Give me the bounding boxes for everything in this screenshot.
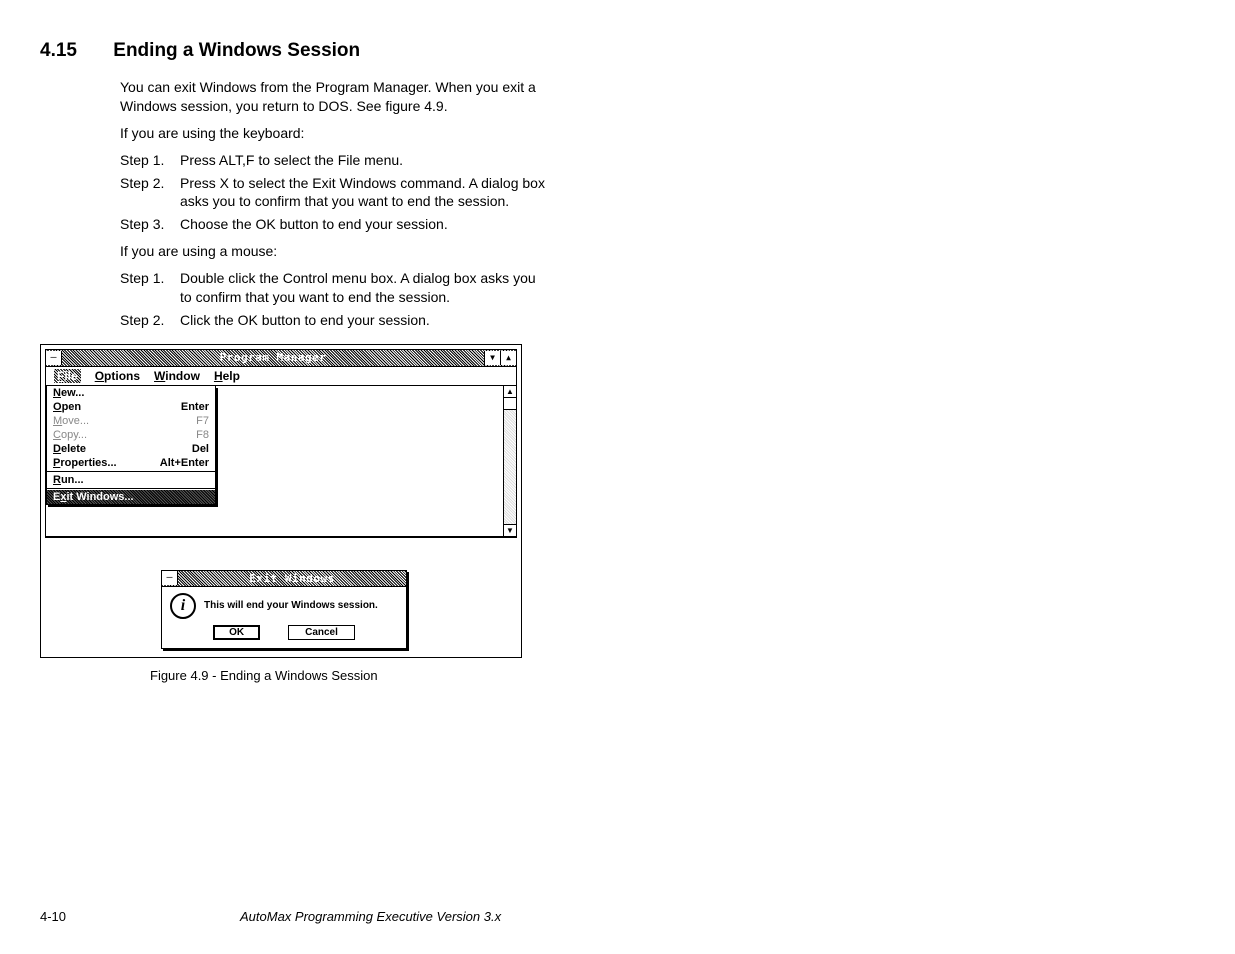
keyboard-step: Step 2. Press X to select the Exit Windo… (120, 174, 550, 212)
vertical-scrollbar[interactable]: ▲ ▼ (503, 386, 516, 536)
ok-button[interactable]: OK (213, 625, 260, 640)
footer-title: AutoMax Programming Executive Version 3.… (240, 909, 501, 924)
section-title: Ending a Windows Session (113, 40, 360, 61)
control-menu-box[interactable]: — (46, 351, 62, 365)
mouse-step: Step 1. Double click the Control menu bo… (120, 269, 550, 307)
pm-titlebar: — Program Manager ▼ ▲ (46, 350, 516, 367)
figure-caption: Figure 4.9 - Ending a Windows Session (150, 668, 1195, 683)
info-icon: i (170, 593, 196, 619)
menu-item-new[interactable]: New... (47, 386, 215, 400)
maximize-button[interactable]: ▲ (500, 351, 516, 365)
exit-windows-dialog: — Exit Windows i This will end your Wind… (161, 570, 407, 649)
menubar: File Options Window Help (46, 367, 516, 386)
dialog-control-menu-box[interactable]: — (162, 571, 178, 585)
intro-paragraph: You can exit Windows from the Program Ma… (120, 78, 550, 116)
keyboard-step: Step 3. Choose the OK button to end your… (120, 215, 550, 234)
menu-item-move: Move...F7 (47, 414, 215, 428)
page-footer: 4-10 AutoMax Programming Executive Versi… (40, 909, 1195, 924)
scroll-thumb[interactable] (504, 398, 516, 410)
scroll-down-icon[interactable]: ▼ (504, 524, 516, 536)
figure: — Program Manager ▼ ▲ File Options Windo… (40, 344, 522, 658)
mouse-step: Step 2. Click the OK button to end your … (120, 311, 550, 330)
menu-item-delete[interactable]: DeleteDel (47, 442, 215, 456)
dialog-message: This will end your Windows session. (204, 600, 378, 611)
section-heading: 4.15 Ending a Windows Session (40, 40, 1195, 62)
scroll-up-icon[interactable]: ▲ (504, 386, 516, 398)
program-manager-window: — Program Manager ▼ ▲ File Options Windo… (45, 349, 517, 538)
menu-item-open[interactable]: OpenEnter (47, 400, 215, 414)
keyboard-step: Step 1. Press ALT,F to select the File m… (120, 151, 550, 170)
menu-item-run[interactable]: Run... (47, 473, 215, 487)
dialog-title: Exit Windows (178, 572, 406, 585)
pm-title: Program Manager (62, 351, 484, 364)
section-number: 4.15 (40, 40, 108, 62)
menu-item-properties[interactable]: Properties...Alt+Enter (47, 456, 215, 470)
dialog-titlebar: — Exit Windows (162, 571, 406, 587)
keyboard-label: If you are using the keyboard: (120, 124, 550, 143)
file-menu-dropdown: New... OpenEnter Move...F7 Copy...F8 Del… (46, 386, 216, 505)
mouse-label: If you are using a mouse: (120, 242, 550, 261)
minimize-button[interactable]: ▼ (484, 351, 500, 365)
menu-options[interactable]: Options (95, 369, 140, 383)
menu-window[interactable]: Window (154, 369, 200, 383)
pm-client-area: New... OpenEnter Move...F7 Copy...F8 Del… (46, 386, 516, 537)
menu-help[interactable]: Help (214, 369, 240, 383)
menu-file[interactable]: File (54, 369, 81, 383)
page-number: 4-10 (40, 909, 240, 924)
menu-item-copy: Copy...F8 (47, 428, 215, 442)
menu-item-exit-windows[interactable]: Exit Windows... (47, 490, 215, 504)
cancel-button[interactable]: Cancel (288, 625, 355, 640)
